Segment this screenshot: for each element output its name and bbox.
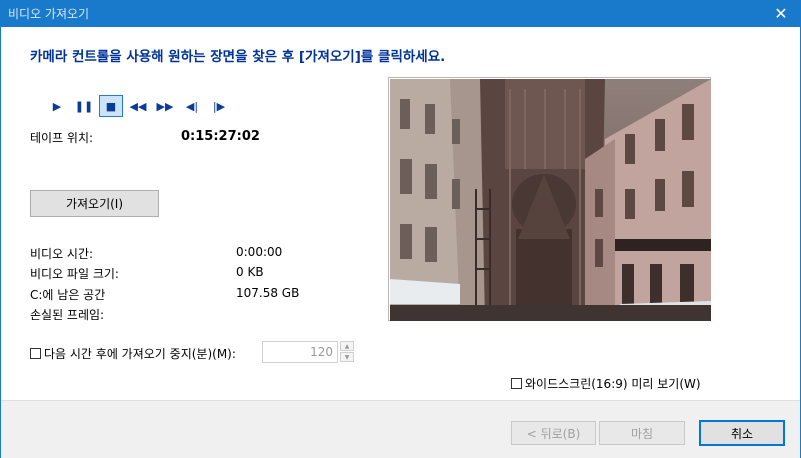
file-size-label: 비디오 파일 크기: xyxy=(30,267,119,281)
back-button[interactable]: < 뒤로(B) xyxy=(511,421,596,445)
video-time-value: 0:00:00 xyxy=(236,245,283,259)
stop-after-minutes-field[interactable]: 120 xyxy=(262,341,338,363)
widescreen-checkbox[interactable] xyxy=(511,378,522,389)
widescreen-option[interactable]: 와이드스크린(16:9) 미리 보기(W) xyxy=(511,375,701,392)
widescreen-label: 와이드스크린(16:9) 미리 보기(W) xyxy=(525,377,701,391)
file-size-value: 0 KB xyxy=(236,265,264,279)
stop-after-label: 다음 시간 후에 가져오기 중지(분)(M): xyxy=(44,347,236,361)
play-icon[interactable]: ▶ xyxy=(45,95,69,117)
free-space-label: C:에 남은 공간 xyxy=(30,288,106,302)
cathedral-street-image xyxy=(390,79,711,321)
close-icon[interactable]: ✕ xyxy=(761,0,801,27)
cancel-button[interactable]: 취소 xyxy=(699,420,785,446)
video-preview xyxy=(388,77,711,321)
tape-position-label: 테이프 위치: xyxy=(30,131,94,145)
spin-up-icon[interactable]: ▲ xyxy=(340,341,354,351)
title-bar: 비디오 가져오기 ✕ xyxy=(0,0,801,27)
fast-forward-icon[interactable]: ▶▶ xyxy=(153,95,177,117)
free-space-value: 107.58 GB xyxy=(236,286,300,300)
next-frame-icon[interactable]: |▶ xyxy=(207,95,231,117)
lost-frames-label: 손실된 프레임: xyxy=(30,308,105,322)
instruction-heading: 카메라 컨트롤을 사용해 원하는 장면을 찾은 후 [가져오기]를 클릭하세요. xyxy=(30,49,446,65)
previous-frame-icon[interactable]: ◀| xyxy=(180,95,204,117)
rewind-icon[interactable]: ◀◀ xyxy=(126,95,150,117)
import-button[interactable]: 가져오기(I) xyxy=(30,190,159,217)
finish-button[interactable]: 마침 xyxy=(599,421,685,445)
pause-icon[interactable]: ❚❚ xyxy=(72,95,96,117)
spin-down-icon[interactable]: ▼ xyxy=(340,352,354,362)
stop-after-option[interactable]: 다음 시간 후에 가져오기 중지(분)(M): xyxy=(30,345,236,362)
stop-icon[interactable]: ■ xyxy=(99,95,123,117)
stop-after-checkbox[interactable] xyxy=(30,348,41,359)
stop-after-spinner: 120 ▲ ▼ xyxy=(262,341,356,363)
tape-position-value: 0:15:27:02 xyxy=(181,129,260,144)
camera-controls: ▶ ❚❚ ■ ◀◀ ▶▶ ◀| |▶ xyxy=(45,95,231,117)
window-title: 비디오 가져오기 xyxy=(8,7,90,21)
video-time-label: 비디오 시간: xyxy=(30,247,94,261)
